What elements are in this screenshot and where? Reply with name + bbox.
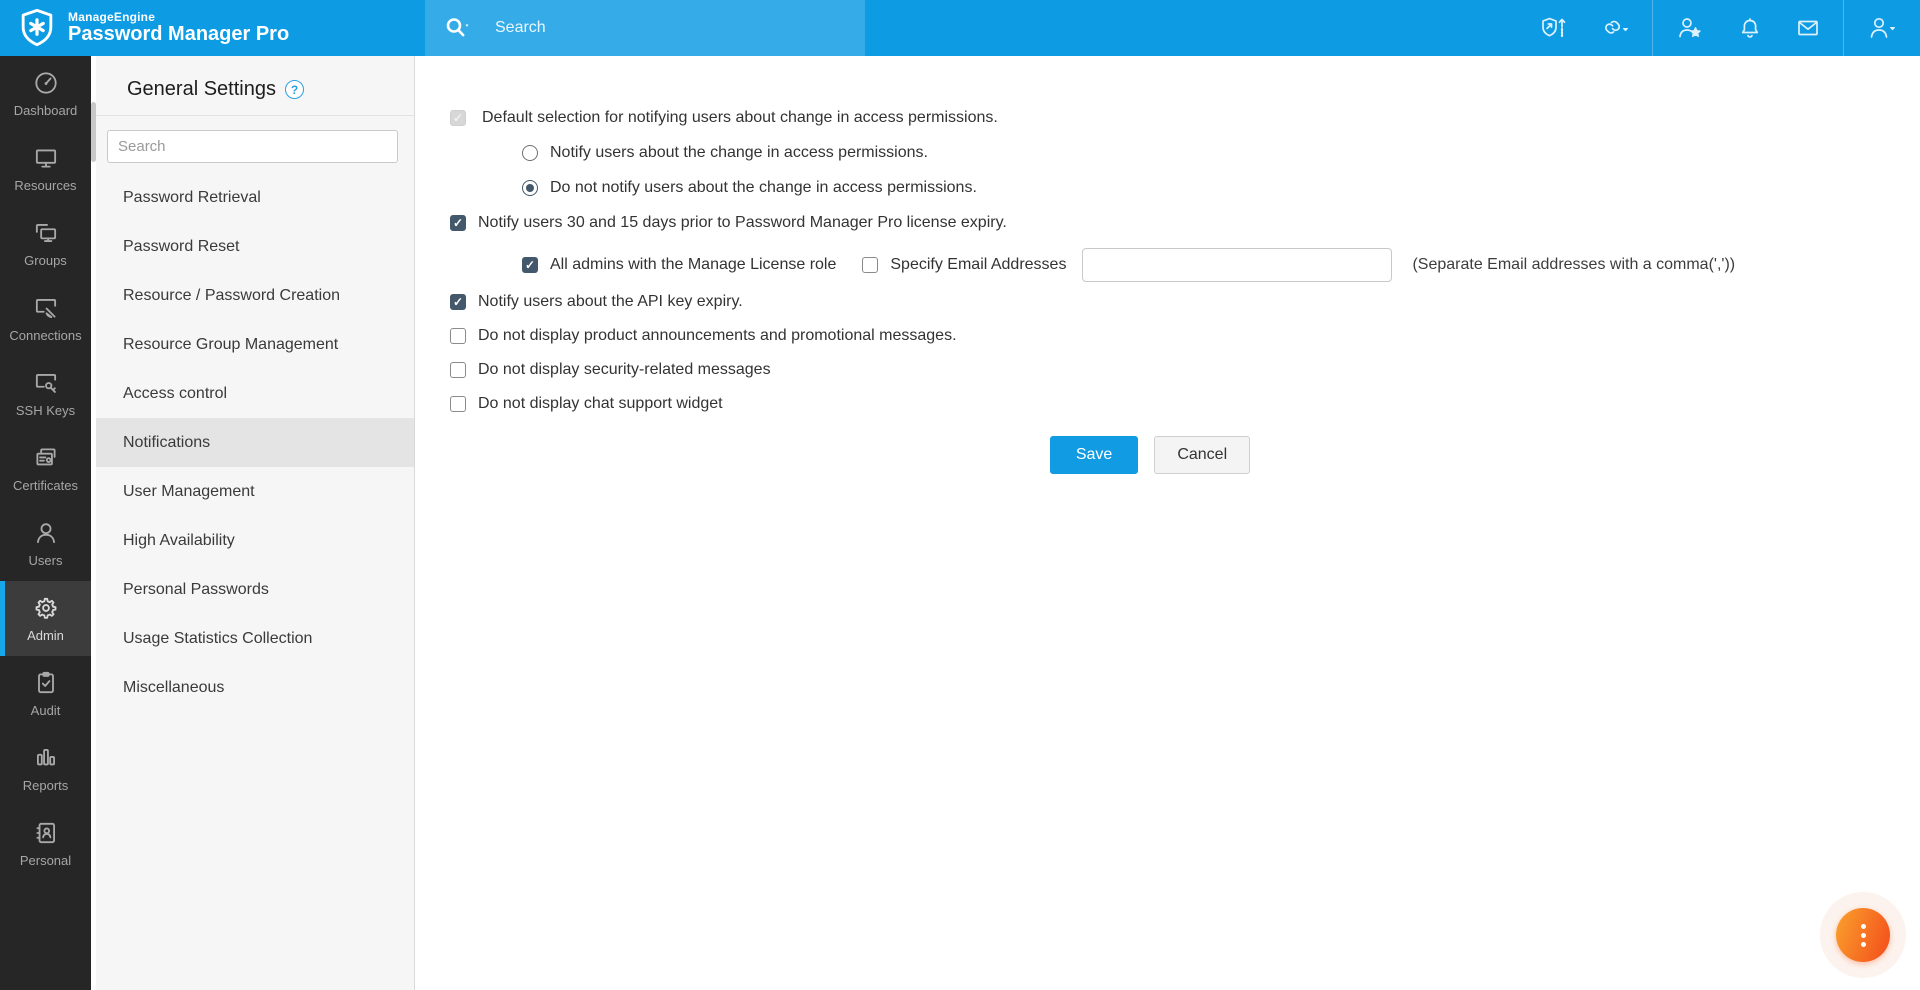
security-messages-label: Do not display security-related messages xyxy=(478,361,771,379)
primary-sidebar: Dashboard Resources Groups Connections xyxy=(0,56,91,990)
clipboard-check-icon xyxy=(32,669,60,697)
scrollbar-thumb[interactable] xyxy=(91,102,96,162)
panel-scrollbar[interactable] xyxy=(91,56,96,990)
email-comma-note: (Separate Email addresses with a comma('… xyxy=(1412,256,1735,274)
ssh-key-icon xyxy=(32,369,60,397)
menu-item-password-reset[interactable]: Password Reset xyxy=(91,222,414,271)
topbar-divider xyxy=(1652,0,1653,56)
menu-item-resource-group-management[interactable]: Resource Group Management xyxy=(91,320,414,369)
sidebar-item-label: Reports xyxy=(23,778,69,793)
page-title: General Settings xyxy=(127,78,276,101)
sidebar-item-label: Admin xyxy=(27,628,64,643)
sidebar-item-groups[interactable]: Groups xyxy=(0,206,91,281)
global-search-bar xyxy=(425,0,865,56)
license-expiry-checkbox[interactable]: ✓ xyxy=(450,215,466,231)
general-settings-panel: General Settings ? Password Retrieval Pa… xyxy=(91,56,415,990)
notify-users-radio[interactable] xyxy=(522,145,538,161)
topbar: ManageEngine Password Manager Pro xyxy=(0,0,1920,56)
bell-icon[interactable] xyxy=(1721,0,1779,56)
search-icon[interactable] xyxy=(443,15,473,41)
gauge-icon xyxy=(32,69,60,97)
sidebar-item-label: Groups xyxy=(24,253,67,268)
menu-item-notifications[interactable]: Notifications xyxy=(91,418,414,467)
shield-asterisk-logo-icon xyxy=(16,7,58,49)
default-selection-label: Default selection for notifying users ab… xyxy=(482,109,998,127)
sidebar-item-admin[interactable]: Admin xyxy=(0,581,91,656)
more-actions-fab[interactable] xyxy=(1836,908,1890,962)
kebab-dot xyxy=(1861,933,1866,938)
notify-users-radio-label: Notify users about the change in access … xyxy=(550,144,928,162)
menu-item-resource-password-creation[interactable]: Resource / Password Creation xyxy=(91,271,414,320)
sidebar-item-certificates[interactable]: Certificates xyxy=(0,431,91,506)
menu-item-access-control[interactable]: Access control xyxy=(91,369,414,418)
kebab-dot xyxy=(1861,942,1866,947)
topbar-divider xyxy=(1843,0,1844,56)
product-name: Password Manager Pro xyxy=(68,24,289,45)
sidebar-item-label: Users xyxy=(29,553,63,568)
sidebar-item-users[interactable]: Users xyxy=(0,506,91,581)
specify-email-checkbox[interactable] xyxy=(862,257,878,273)
specify-email-label: Specify Email Addresses xyxy=(890,256,1066,274)
sidebar-item-label: SSH Keys xyxy=(16,403,75,418)
menu-item-usage-statistics-collection[interactable]: Usage Statistics Collection xyxy=(91,614,414,663)
sidebar-item-audit[interactable]: Audit xyxy=(0,656,91,731)
settings-search-input[interactable] xyxy=(107,130,398,163)
api-key-expiry-checkbox[interactable]: ✓ xyxy=(450,294,466,310)
product-announcements-checkbox[interactable] xyxy=(450,328,466,344)
all-admins-checkbox[interactable]: ✓ xyxy=(522,257,538,273)
menu-item-personal-passwords[interactable]: Personal Passwords xyxy=(91,565,414,614)
cancel-button[interactable]: Cancel xyxy=(1154,436,1250,474)
notifications-settings-content: ✓ Default selection for notifying users … xyxy=(416,56,1920,990)
sidebar-item-resources[interactable]: Resources xyxy=(0,131,91,206)
chat-widget-checkbox[interactable] xyxy=(450,396,466,412)
menu-item-high-availability[interactable]: High Availability xyxy=(91,516,414,565)
email-addresses-input[interactable] xyxy=(1082,248,1392,282)
sidebar-item-label: Connections xyxy=(9,328,81,343)
sidebar-item-ssh-keys[interactable]: SSH Keys xyxy=(0,356,91,431)
fab-halo xyxy=(1820,892,1906,978)
menu-item-miscellaneous[interactable]: Miscellaneous xyxy=(91,663,414,712)
menu-item-user-management[interactable]: User Management xyxy=(91,467,414,516)
upgrade-shield-icon[interactable] xyxy=(1524,0,1584,56)
sidebar-item-connections[interactable]: Connections xyxy=(0,281,91,356)
profile-user-icon[interactable] xyxy=(1850,0,1914,56)
certificate-icon xyxy=(32,444,60,472)
product-announcements-label: Do not display product announcements and… xyxy=(478,327,957,345)
help-icon[interactable]: ? xyxy=(285,80,304,99)
sidebar-item-dashboard[interactable]: Dashboard xyxy=(0,56,91,131)
security-messages-checkbox[interactable] xyxy=(450,362,466,378)
user-icon xyxy=(32,519,60,547)
default-selection-checkbox: ✓ xyxy=(450,110,466,126)
monitors-icon xyxy=(32,219,60,247)
topbar-actions xyxy=(1524,0,1914,56)
menu-item-password-retrieval[interactable]: Password Retrieval xyxy=(91,173,414,222)
sidebar-item-label: Personal xyxy=(20,853,71,868)
address-book-icon xyxy=(32,819,60,847)
app-logo[interactable]: ManageEngine Password Manager Pro xyxy=(0,7,425,49)
remote-connection-icon xyxy=(32,294,60,322)
gear-icon xyxy=(32,594,60,622)
do-not-notify-users-radio-label: Do not notify users about the change in … xyxy=(550,179,977,197)
brand-name: ManageEngine xyxy=(68,11,289,24)
sidebar-item-reports[interactable]: Reports xyxy=(0,731,91,806)
save-button[interactable]: Save xyxy=(1050,436,1138,474)
sidebar-item-label: Certificates xyxy=(13,478,78,493)
settings-menu: Password Retrieval Password Reset Resour… xyxy=(91,173,414,712)
sidebar-item-personal[interactable]: Personal xyxy=(0,806,91,881)
bar-chart-icon xyxy=(32,744,60,772)
sidebar-item-label: Audit xyxy=(31,703,61,718)
monitor-icon xyxy=(32,144,60,172)
request-role-user-star-icon[interactable] xyxy=(1659,0,1721,56)
sidebar-item-label: Resources xyxy=(14,178,76,193)
kebab-dot xyxy=(1861,924,1866,929)
all-admins-label: All admins with the Manage License role xyxy=(550,256,836,274)
license-expiry-label: Notify users 30 and 15 days prior to Pas… xyxy=(478,214,1007,232)
search-input[interactable] xyxy=(495,19,795,37)
quick-links-icon[interactable] xyxy=(1584,0,1646,56)
mail-icon[interactable] xyxy=(1779,0,1837,56)
do-not-notify-users-radio[interactable] xyxy=(522,180,538,196)
chat-widget-label: Do not display chat support widget xyxy=(478,395,723,413)
sidebar-item-label: Dashboard xyxy=(14,103,78,118)
api-key-expiry-label: Notify users about the API key expiry. xyxy=(478,293,743,311)
